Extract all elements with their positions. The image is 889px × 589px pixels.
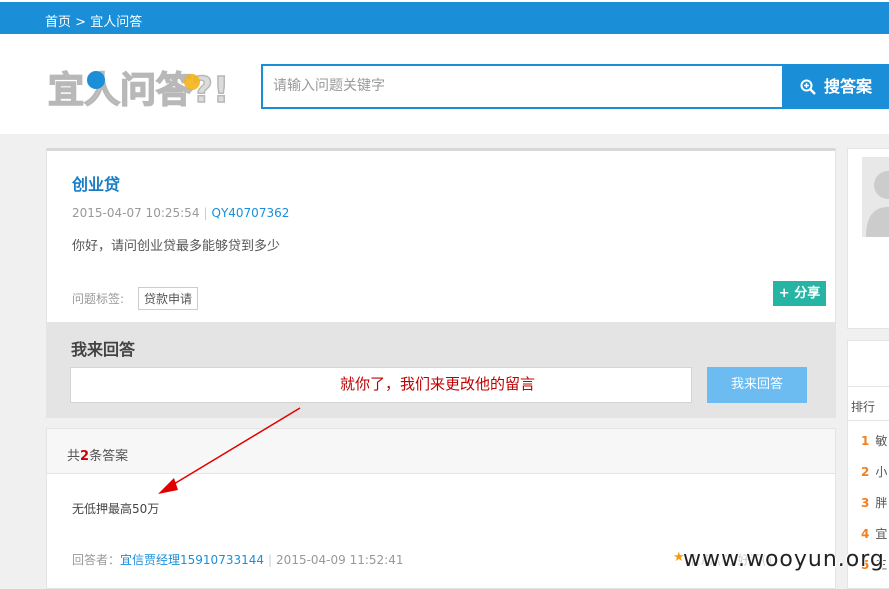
answer-meta: 回答者：宜信贾经理15910733144 | 2015-04-09 11:52:41: [72, 551, 404, 568]
user-silhouette-icon: [866, 171, 889, 237]
breadcrumb-home-link[interactable]: 首页: [45, 15, 71, 30]
avatar[interactable]: [862, 157, 889, 237]
sidebar-profile-card: [847, 148, 889, 329]
answers-count-number: 2: [80, 449, 90, 464]
ranking-item[interactable]: 3胖: [848, 488, 889, 519]
site-logo[interactable]: 宜人问答?!: [46, 60, 236, 116]
question-user-link[interactable]: QY40707362: [212, 206, 290, 220]
question-card: 创业贷 2015-04-07 10:25:54 | QY40707362 你好，请问…: [46, 148, 836, 323]
logo-text: 宜人问答?!: [48, 70, 229, 111]
search-button-label: 搜答案: [824, 77, 873, 96]
logo-graphic: 宜人问答?!: [47, 69, 230, 112]
search-input[interactable]: 请输入问题关键字: [261, 64, 784, 109]
answer-text: 无低押最高50万: [72, 502, 160, 516]
search-icon: [800, 79, 816, 95]
search-button[interactable]: 搜答案: [784, 64, 889, 109]
question-tags: 问题标签: 贷款申请: [72, 287, 199, 310]
ranking-header: 排行: [848, 386, 889, 421]
top-bar: 首页 > 宜人问答: [0, 0, 889, 34]
ranking-item[interactable]: 2小: [848, 457, 889, 488]
answer-date: 2015-04-09 11:52:41: [276, 553, 404, 567]
share-button[interactable]: + 分享: [773, 281, 826, 306]
breadcrumb-separator: >: [71, 15, 91, 30]
ranking-item[interactable]: 1敏: [848, 426, 889, 457]
header: 宜人问答?! 请输入问题关键字 搜答案: [0, 34, 889, 134]
tags-label: 问题标签:: [72, 292, 125, 306]
question-date: 2015-04-07 10:25:54: [72, 206, 200, 220]
annotation-text: 就你了，我们来更改他的留言: [340, 375, 536, 393]
responder-label: 回答者：: [72, 553, 121, 567]
question-title[interactable]: 创业贷: [72, 171, 120, 195]
question-body: 你好，请问创业贷最多能够贷到多少: [72, 239, 281, 254]
answers-count: 共2条答案: [67, 449, 129, 464]
ranking-item[interactable]: 4宜: [848, 519, 889, 550]
submit-answer-button[interactable]: 我来回答: [707, 367, 807, 403]
annotation-arrow: [158, 407, 301, 494]
breadcrumb-current[interactable]: 宜人问答: [90, 15, 142, 30]
responder-link[interactable]: 宜信贾经理15910733144: [120, 553, 264, 567]
question-meta: 2015-04-07 10:25:54 | QY40707362: [72, 206, 289, 220]
watermark: www.wooyun.org: [683, 547, 885, 572]
meta-separator: |: [268, 553, 273, 567]
meta-separator: |: [203, 206, 208, 220]
tag-loan-application[interactable]: 贷款申请: [138, 287, 199, 310]
answer-box-title: 我来回答: [71, 340, 136, 359]
breadcrumb: 首页 > 宜人问答: [45, 11, 142, 30]
